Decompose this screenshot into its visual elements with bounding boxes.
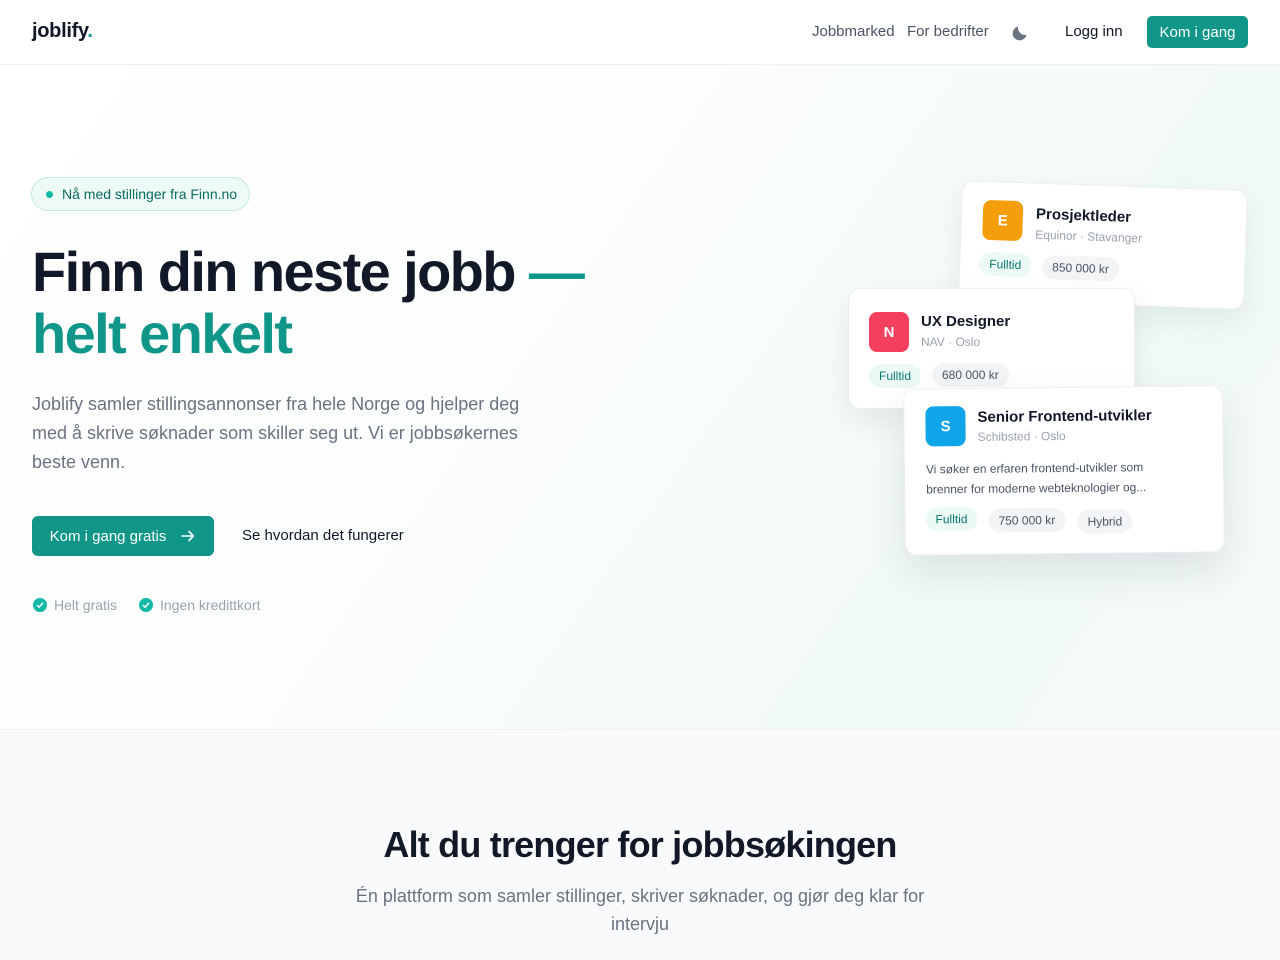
job-title: UX Designer (921, 313, 1011, 330)
job-type-tag: Fulltid (869, 364, 922, 388)
hero-section: Nå med stillinger fra Finn.no Finn din n… (0, 65, 1280, 730)
moon-icon[interactable] (1011, 22, 1031, 42)
start-free-label: Kom i gang gratis (49, 527, 167, 545)
hero-title-dash: — (528, 240, 585, 303)
feature-label: Helt gratis (54, 597, 118, 613)
announcement-badge: Nå med stillinger fra Finn.no (31, 177, 251, 211)
nav-link-jobbmarked[interactable]: Jobbmarked (812, 23, 895, 40)
arrow-right-icon (181, 530, 195, 542)
job-description: Vi søker en erfaren frontend-utvikler so… (925, 460, 1147, 497)
logo-dot: . (87, 20, 93, 42)
logo[interactable]: joblify. (32, 20, 93, 43)
company-logo: N (869, 312, 909, 352)
job-title: Senior Frontend-utvikler (977, 407, 1152, 426)
feature-label: Ingen kredittkort (160, 597, 261, 613)
job-company: Schibsted · Oslo (977, 428, 1066, 444)
company-logo: E (982, 199, 1024, 242)
salary-tag: 850 000 kr (1041, 254, 1120, 282)
badge-text: Nå med stillinger fra Finn.no (62, 186, 238, 202)
job-card-frontend[interactable]: S Senior Frontend-utvikler Schibsted · O… (903, 385, 1225, 556)
salary-tag: 680 000 kr (932, 363, 1009, 387)
section-title: Alt du trenger for jobbsøkingen (383, 824, 897, 865)
logo-text: joblify (32, 20, 88, 42)
how-it-works-link[interactable]: Se hvordan det fungerer (242, 527, 404, 544)
work-mode-tag: Hybrid (1077, 509, 1133, 534)
hero-lead: Joblify samler stillingsannonser fra hel… (32, 394, 520, 472)
check-circle-icon (33, 598, 47, 612)
start-free-button[interactable]: Kom i gang gratis (32, 516, 214, 556)
job-company: Equinor · Stavanger (1035, 227, 1143, 246)
company-logo: S (925, 406, 966, 447)
job-title: Prosjektleder (1035, 205, 1132, 226)
check-circle-icon (139, 598, 153, 612)
login-link[interactable]: Logg inn (1065, 23, 1123, 40)
feature-free: Helt gratis (33, 597, 117, 613)
section-subtitle: Én plattform som samler stillinger, skri… (355, 886, 925, 934)
feature-no-card: Ingen kredittkort (139, 597, 260, 613)
job-company: NAV · Oslo (921, 335, 981, 349)
job-type-tag: Fulltid (978, 251, 1032, 278)
nav-link-for-bedrifter[interactable]: For bedrifter (907, 23, 989, 40)
salary-tag: 750 000 kr (988, 507, 1066, 533)
features-section: Alt du trenger for jobbsøkingen Én platt… (0, 731, 1280, 960)
job-type-tag: Fulltid (925, 506, 978, 532)
hero-title-line1: Finn din neste jobb — (32, 240, 585, 303)
get-started-button[interactable]: Kom i gang (1147, 16, 1248, 48)
site-header: joblify. Jobbmarked For bedrifter Logg i… (0, 0, 1280, 65)
hero-title-text: Finn din neste jobb (32, 240, 517, 303)
status-dot-icon (46, 190, 53, 198)
hero-title-line2: helt enkelt (32, 302, 293, 365)
